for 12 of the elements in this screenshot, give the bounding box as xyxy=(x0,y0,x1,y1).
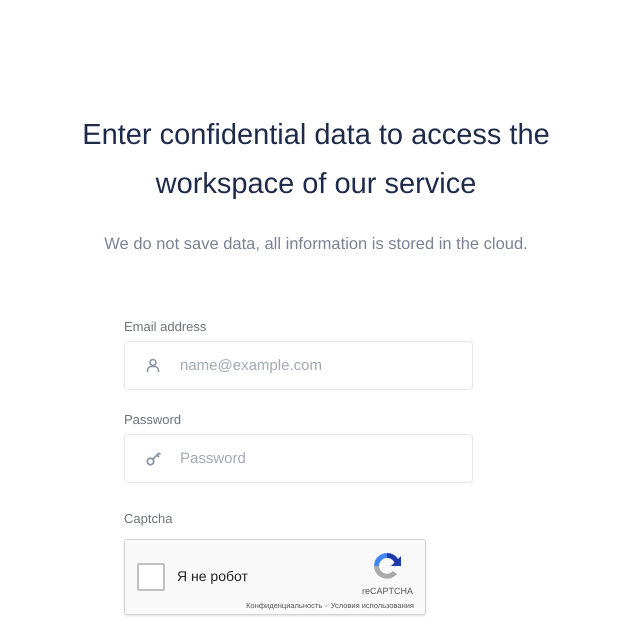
input-field[interactable]: name@example.com xyxy=(124,340,473,390)
user-icon xyxy=(146,358,160,373)
key-icon xyxy=(146,450,162,466)
input-field[interactable]: Password xyxy=(124,434,473,483)
captcha-checkbox[interactable] xyxy=(137,562,165,591)
field-label: Password xyxy=(124,412,182,428)
recaptcha-brand: reCAPTCHA xyxy=(362,584,413,598)
page-heading: Enter confidential data to access the workspace of our service xyxy=(81,118,551,202)
field-label: Email address xyxy=(124,318,208,335)
field-label: Captcha xyxy=(124,510,174,527)
checkbox-label: Я не робот xyxy=(177,567,248,586)
subtitle: We do not save data, all information is stored in the cloud. xyxy=(104,234,528,255)
